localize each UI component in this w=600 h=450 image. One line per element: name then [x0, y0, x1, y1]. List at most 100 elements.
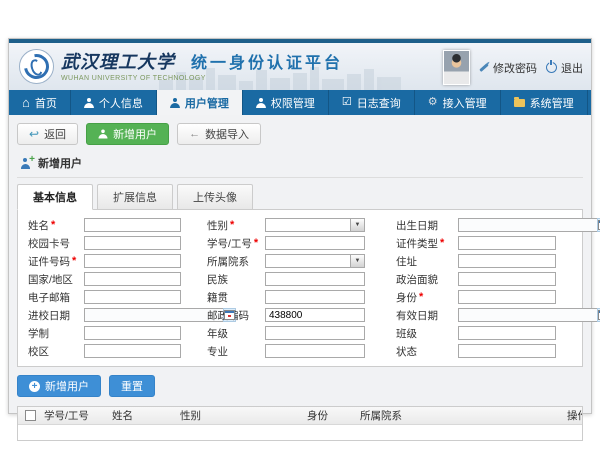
main-nav: 首页个人信息用户管理权限管理日志查询接入管理系统管理订阅管理: [9, 90, 591, 115]
change-password-link[interactable]: 修改密码: [479, 60, 537, 76]
data-import-button[interactable]: 数据导入: [177, 123, 261, 145]
field-label-text: 进校日期: [28, 308, 70, 323]
input-id-number[interactable]: [84, 254, 181, 268]
logout-link[interactable]: 退出: [546, 60, 583, 76]
input-ethnicity[interactable]: [265, 272, 365, 286]
form-field-department: 所属院系: [181, 254, 365, 269]
field-label: 政治面貌: [396, 272, 458, 287]
brand-area: 武汉理工大学 统一身份认证平台 WUHAN UNIVERSITY OF TECH…: [19, 49, 343, 84]
field-label-text: 身份: [396, 290, 417, 305]
form-tabs: 基本信息扩展信息上传头像: [17, 184, 583, 210]
input-identity[interactable]: [458, 290, 556, 304]
input-id-type[interactable]: [458, 236, 556, 250]
input-native-place[interactable]: [265, 290, 365, 304]
select-all-checkbox[interactable]: [25, 410, 36, 421]
university-name-en: WUHAN UNIVERSITY OF TECHNOLOGY: [61, 75, 343, 82]
add-user-toolbar-label: 新增用户: [113, 126, 157, 142]
field-label-text: 学号/工号: [207, 236, 252, 251]
form-field-campus-card: 校园卡号: [22, 236, 181, 251]
field-label-text: 所属院系: [207, 254, 249, 269]
field-label-text: 班级: [396, 326, 417, 341]
toolbar: 返回 新增用户 数据导入: [17, 123, 583, 145]
field-label: 籍贯: [207, 290, 265, 305]
add-user-toolbar-button[interactable]: 新增用户: [86, 123, 169, 145]
field-label: 证件类型*: [396, 236, 458, 251]
form-actions: 新增用户 重置: [17, 375, 583, 397]
form-field-class: 班级: [365, 326, 556, 341]
reset-button[interactable]: 重置: [109, 375, 155, 397]
form-field-id-type: 证件类型*: [365, 236, 556, 251]
user-form: 姓名*性别*出生日期校园卡号学号/工号*证件类型*证件号码*所属院系住址国家/地…: [17, 209, 583, 367]
nav-item-subscription[interactable]: 订阅管理: [588, 90, 600, 115]
input-address[interactable]: [458, 254, 556, 268]
nav-item-logs[interactable]: 日志查询: [329, 90, 415, 115]
nav-item-users[interactable]: 用户管理: [157, 90, 243, 115]
select-gender[interactable]: [265, 218, 365, 232]
field-label-text: 证件号码: [28, 254, 70, 269]
nav-item-home[interactable]: 首页: [9, 90, 71, 115]
input-class[interactable]: [458, 326, 556, 340]
table-header-cell: 所属院系: [358, 408, 565, 423]
select-value: [265, 254, 350, 268]
field-label: 出生日期: [396, 218, 458, 233]
tab-upload-avatar[interactable]: 上传头像: [177, 184, 253, 210]
folder-icon: [514, 99, 525, 107]
field-label: 住址: [396, 254, 458, 269]
select-department[interactable]: [265, 254, 365, 268]
nav-item-profile[interactable]: 个人信息: [71, 90, 157, 115]
form-field-schooling-length: 学制: [22, 326, 181, 341]
input-political-status[interactable]: [458, 272, 556, 286]
form-field-entry-date: 进校日期: [22, 308, 181, 323]
tab-extended-info[interactable]: 扩展信息: [97, 184, 173, 210]
submit-add-user-button[interactable]: 新增用户: [17, 375, 101, 397]
input-campus[interactable]: [84, 344, 181, 358]
panel-title: 新增用户: [38, 155, 82, 171]
app-window: 武汉理工大学 统一身份认证平台 WUHAN UNIVERSITY OF TECH…: [8, 38, 592, 414]
required-asterisk: *: [440, 237, 444, 249]
date-field-birth-date: [458, 218, 556, 232]
select-value: [265, 218, 350, 232]
input-student-id[interactable]: [265, 236, 365, 250]
chevron-down-icon[interactable]: [350, 254, 365, 268]
input-grade[interactable]: [265, 326, 365, 340]
table-header-cell: 操作: [565, 408, 582, 423]
field-label: 证件号码*: [22, 254, 84, 269]
input-schooling-length[interactable]: [84, 326, 181, 340]
nav-item-permissions[interactable]: 权限管理: [243, 90, 329, 115]
input-country[interactable]: [84, 272, 181, 286]
reset-button-label: 重置: [121, 378, 143, 394]
field-label-text: 校区: [28, 344, 49, 359]
input-birth-date[interactable]: [458, 218, 597, 232]
form-row: 国家/地区民族政治面貌: [22, 271, 578, 287]
date-field-valid-date: [458, 308, 556, 322]
input-name[interactable]: [84, 218, 181, 232]
nav-item-access[interactable]: 接入管理: [415, 90, 501, 115]
nav-item-system[interactable]: 系统管理: [501, 90, 588, 115]
back-button[interactable]: 返回: [17, 123, 78, 145]
tab-basic-info[interactable]: 基本信息: [17, 184, 93, 210]
form-field-valid-date: 有效日期: [365, 308, 556, 323]
input-status[interactable]: [458, 344, 556, 358]
input-postal-code[interactable]: [265, 308, 365, 322]
form-field-campus: 校区: [22, 344, 181, 359]
nav-item-label: 权限管理: [271, 95, 315, 111]
panel-title-row: 新增用户: [17, 153, 583, 178]
field-label-text: 电子邮箱: [28, 290, 70, 305]
table-header-cell: 学号/工号: [42, 408, 110, 423]
input-email[interactable]: [84, 290, 181, 304]
pencil-icon: [479, 63, 488, 72]
person-icon: [84, 98, 94, 108]
date-field-entry-date: [84, 308, 181, 322]
form-field-status: 状态: [365, 344, 556, 359]
form-field-id-number: 证件号码*: [22, 254, 181, 269]
field-label: 进校日期: [22, 308, 84, 323]
field-label: 状态: [396, 344, 458, 359]
field-label: 学号/工号*: [207, 236, 265, 251]
plus-circle-icon: [29, 381, 40, 392]
calendar-button[interactable]: [223, 308, 236, 322]
chevron-down-icon[interactable]: [350, 218, 365, 232]
input-major[interactable]: [265, 344, 365, 358]
input-campus-card[interactable]: [84, 236, 181, 250]
input-valid-date[interactable]: [458, 308, 597, 322]
required-asterisk: *: [72, 255, 76, 267]
